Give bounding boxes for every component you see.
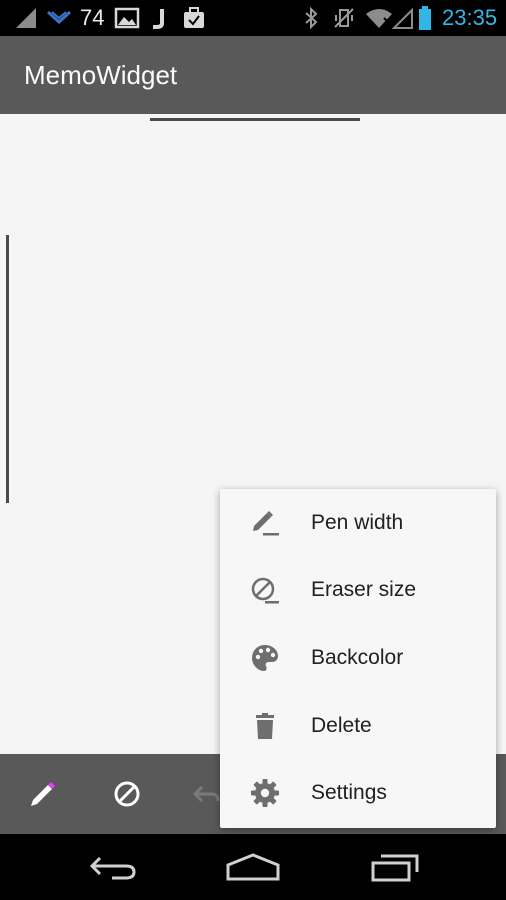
menu-label-backcolor: Backcolor [311,645,404,669]
battery-icon [418,0,432,36]
eraser-size-icon [248,573,282,607]
eraser-icon [114,781,140,807]
app-title: MemoWidget [24,60,178,90]
pen-width-icon [248,506,282,540]
menu-label-eraser-size: Eraser size [311,578,417,602]
menu-item-pen-width[interactable]: Pen width [220,489,496,557]
gear-icon [248,776,282,810]
menu-item-delete[interactable]: Delete [220,692,496,760]
signal-icon [14,0,38,36]
undo-icon [192,785,220,803]
app-bar: MemoWidget [0,36,506,114]
status-bar: 74 23:35 [0,0,506,36]
menu-item-backcolor[interactable]: Backcolor [220,624,496,692]
menu-item-eraser-size[interactable]: Eraser size [220,557,496,625]
wifi-icon [364,0,394,36]
eraser-tool-button[interactable] [92,754,162,834]
menu-label-delete: Delete [311,713,372,737]
palette-icon [248,641,282,675]
vibrate-icon [332,0,356,36]
drawn-stroke-vertical [6,235,9,503]
pen-tool-button[interactable] [8,754,78,834]
app-notification-icon [46,0,72,36]
navigation-bar [0,834,506,900]
no-signal-icon [392,0,414,36]
picture-icon [114,0,140,36]
menu-label-settings: Settings [311,781,387,805]
pen-icon [31,782,55,806]
drawn-stroke-horizontal [150,118,360,121]
j-app-icon [150,0,170,36]
notification-count: 74 [80,5,105,30]
bluetooth-icon [302,0,320,36]
back-button[interactable] [58,834,168,900]
menu-item-settings[interactable]: Settings [220,759,496,827]
home-button[interactable] [198,834,308,900]
recents-button[interactable] [340,834,450,900]
home-icon [226,853,280,881]
briefcase-icon [182,0,206,36]
recents-icon [371,854,419,882]
menu-label-pen-width: Pen width [311,510,404,534]
overflow-menu: Pen width Eraser size Backcolor Delete S… [220,489,496,828]
status-time: 23:35 [442,5,498,30]
back-icon [89,856,136,880]
trash-icon [248,709,282,743]
